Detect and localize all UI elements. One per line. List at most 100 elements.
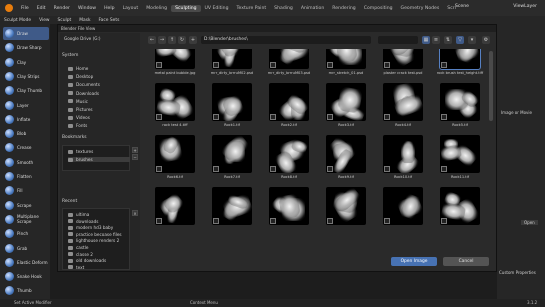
file-item[interactable]: mrr_dirty_brrruM02.psd (203, 49, 261, 79)
file-item[interactable]: Rock4.tif (374, 83, 432, 131)
workspace-tab[interactable]: Rendering (328, 5, 359, 12)
custom-properties-label[interactable]: Custom Properties (499, 270, 536, 275)
menu-mask[interactable]: Mask (75, 18, 94, 23)
sidebar-item-recent[interactable]: practice becoase files (68, 232, 122, 237)
file-item[interactable]: metal paint bubble.jpg (146, 49, 204, 79)
view-layer-selector[interactable]: ViewLayer (513, 4, 537, 9)
file-thumbnail[interactable] (269, 49, 309, 69)
tool-thumb[interactable]: Thumb (3, 284, 49, 297)
sidebar-item-recent[interactable]: classe 2 (68, 252, 93, 257)
tool-clay[interactable]: Clay (3, 56, 49, 69)
workspace-tab[interactable]: Layout (119, 5, 143, 12)
file-item[interactable]: Rock1.tif (203, 83, 261, 131)
file-thumbnail[interactable] (212, 49, 252, 69)
refresh-icon[interactable]: ↻ (178, 36, 186, 44)
file-thumbnail[interactable] (269, 83, 309, 121)
tool-layer[interactable]: Layer (3, 99, 49, 112)
remove-bookmark-button[interactable]: − (132, 154, 138, 160)
file-item[interactable] (374, 187, 432, 235)
recent-section-label[interactable]: Recent (62, 199, 77, 204)
new-folder-icon[interactable]: + (189, 36, 197, 44)
menu-window[interactable]: Window (74, 6, 100, 11)
file-thumbnail[interactable] (326, 187, 366, 225)
tool-multiplane-scrape[interactable]: Multiplane Scrape (3, 213, 49, 226)
tool-crease[interactable]: Crease (3, 141, 49, 154)
mode-selector[interactable]: Sculpt Mode (0, 18, 35, 23)
tool-clay-thumb[interactable]: Clay Thumb (3, 84, 49, 97)
file-thumbnail[interactable] (155, 187, 195, 225)
file-thumbnail[interactable] (212, 135, 252, 173)
menu-edit[interactable]: Edit (33, 6, 50, 11)
file-item[interactable] (431, 187, 488, 235)
tool-draw[interactable]: Draw (3, 27, 49, 40)
menu-sculpt[interactable]: Sculpt (54, 18, 76, 23)
file-thumbnail[interactable] (326, 83, 366, 121)
file-thumbnail[interactable] (326, 135, 366, 173)
file-item[interactable]: mrr_stretch_01.psd (317, 49, 375, 79)
file-item[interactable] (203, 187, 261, 235)
file-thumbnail[interactable] (212, 83, 252, 121)
scene-selector[interactable]: Scene (455, 4, 469, 9)
file-thumbnail[interactable] (383, 49, 423, 69)
file-thumbnail[interactable] (440, 135, 480, 173)
sidebar-item-bookmarks[interactable]: brushes (68, 157, 130, 162)
workspace-tab[interactable]: Compositing (360, 5, 397, 12)
file-thumbnail[interactable] (383, 83, 423, 121)
sidebar-item-recent[interactable]: modern hd3 baby (68, 225, 113, 230)
file-item[interactable]: Rock3.tif (317, 83, 375, 131)
grid-scrollbar[interactable] (488, 49, 493, 253)
bookmarks-section-label[interactable]: Bookmarks (62, 135, 87, 140)
workspace-tab[interactable]: Texture Paint (233, 5, 271, 12)
sidebar-item-system[interactable]: Desktop (68, 74, 93, 79)
tool-blob[interactable]: Blob (3, 127, 49, 140)
workspace-tab[interactable]: Modeling (142, 5, 171, 12)
file-thumbnail[interactable] (440, 83, 480, 121)
sidebar-item-system[interactable]: Videos (68, 115, 90, 120)
file-thumbnail[interactable] (155, 135, 195, 173)
parent-dir-icon[interactable]: ↑ (168, 36, 176, 44)
tool-grab[interactable]: Grab (3, 242, 49, 255)
clear-recent-button[interactable]: × (132, 210, 138, 216)
sidebar-item-system[interactable]: Downloads (68, 91, 99, 96)
system-section-label[interactable]: System (62, 53, 78, 58)
file-thumbnail[interactable] (155, 49, 195, 69)
file-thumbnail[interactable] (269, 135, 309, 173)
file-item[interactable] (146, 187, 204, 235)
file-item[interactable] (317, 187, 375, 235)
workspace-tab-active[interactable]: Sculpting (171, 4, 201, 12)
file-thumbnail[interactable] (269, 187, 309, 225)
open-image-button[interactable]: Open Image (391, 257, 437, 266)
file-item[interactable]: Rock6.tif (146, 135, 204, 183)
path-field[interactable]: D:\Blender\brushes\ (201, 36, 371, 44)
sidebar-item-recent[interactable]: lighthouse renders 2 (68, 238, 119, 243)
sidebar-item-system[interactable]: Home (68, 66, 88, 71)
file-item[interactable]: rock test 4.tiff (146, 83, 204, 131)
sidebar-item-recent[interactable]: downloads (68, 219, 98, 224)
file-item[interactable]: Rock8.tif (260, 135, 318, 183)
file-thumbnail[interactable] (326, 49, 366, 69)
sidebar-item-recent[interactable]: ultima (68, 212, 89, 217)
sidebar-item-recent[interactable]: text (68, 265, 84, 270)
workspace-tab[interactable]: UV Editing (201, 5, 233, 12)
tool-snake-hook[interactable]: Snake Hook (3, 270, 49, 283)
file-item[interactable]: Rock9.tif (317, 135, 375, 183)
file-thumbnail[interactable] (383, 187, 423, 225)
thumbnail-view-icon[interactable]: ▦ (422, 36, 430, 44)
sidebar-item-recent[interactable]: old downloads (68, 258, 106, 263)
menu-render[interactable]: Render (50, 6, 74, 11)
file-thumbnail[interactable] (439, 49, 481, 70)
menu-face-sets[interactable]: Face Sets (95, 18, 124, 23)
file-thumbnail[interactable] (155, 83, 195, 121)
tool-clay-strips[interactable]: Clay Strips (3, 70, 49, 83)
add-bookmark-button[interactable]: + (132, 147, 138, 153)
drive-google[interactable]: Google Drive (G:) (64, 36, 101, 41)
filter-icon[interactable]: ▽ (456, 36, 464, 44)
file-item[interactable]: Rock5.tif (431, 83, 488, 131)
tool-scrape[interactable]: Scrape (3, 199, 49, 212)
tool-pinch[interactable]: Pinch (3, 227, 49, 240)
sort-icon[interactable]: ⇅ (444, 36, 452, 44)
workspace-tab[interactable]: Animation (297, 5, 328, 12)
tool-draw-sharp[interactable]: Draw Sharp (3, 41, 49, 54)
file-item[interactable]: Rock7.tif (203, 135, 261, 183)
filter-dropdown-icon[interactable]: ▾ (468, 36, 476, 44)
